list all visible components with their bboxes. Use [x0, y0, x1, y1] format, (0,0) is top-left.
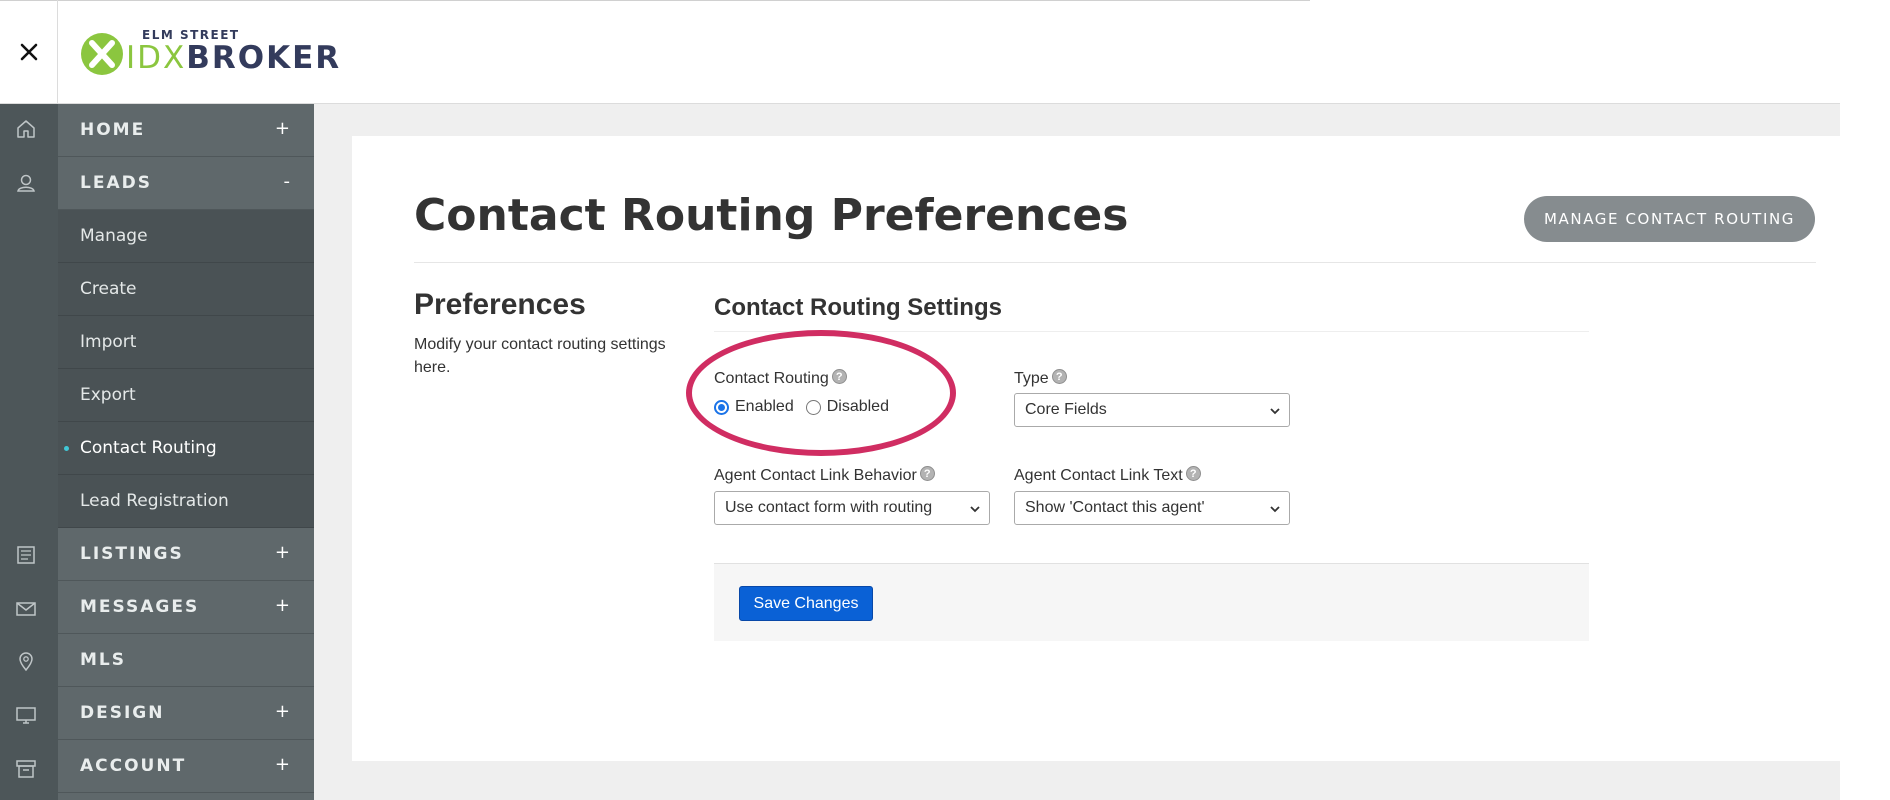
agent-link-behavior-select[interactable]: Use contact form with routing	[714, 491, 990, 525]
preferences-heading: Preferences	[414, 288, 586, 321]
expand-icon: +	[274, 118, 290, 139]
map-pin-icon[interactable]	[15, 650, 37, 672]
type-select-value: Core Fields	[1025, 401, 1107, 418]
agent-link-behavior-label: Agent Contact Link Behavior?	[714, 466, 935, 485]
sidebar-subitem-label: Manage	[80, 226, 148, 246]
logo-brand-broker: BROKER	[186, 40, 342, 76]
logo-brand-idx: IDX	[126, 40, 187, 76]
radio-label-disabled[interactable]: Disabled	[827, 398, 889, 416]
sidebar-item-label: LISTINGS	[80, 544, 184, 564]
contact-routing-label: Contact Routing?	[714, 369, 847, 388]
sidebar-subitem-label: Create	[80, 279, 137, 299]
top-border-line	[0, 0, 1310, 1]
active-indicator-dot	[64, 446, 69, 451]
contact-routing-enabled-radio[interactable]	[714, 399, 729, 415]
sidebar-subitem-export[interactable]: Export	[58, 369, 314, 422]
settings-section-title: Contact Routing Settings	[714, 294, 1002, 321]
sidebar-item-label: MLS	[80, 650, 126, 670]
sidebar-nav: HOME + LEADS - Manage Create Import Expo…	[58, 104, 314, 800]
page: ELM STREET IDXBROKER HOME + LEADS - Mana…	[0, 0, 1890, 800]
user-icon[interactable]	[15, 172, 37, 194]
idx-broker-logo[interactable]: ELM STREET IDXBROKER	[80, 26, 339, 76]
right-gutter	[1840, 0, 1890, 800]
agent-link-behavior-label-text: Agent Contact Link Behavior	[714, 467, 917, 484]
chevron-down-icon	[1270, 506, 1280, 513]
help-icon[interactable]: ?	[831, 369, 847, 384]
title-divider	[414, 262, 1816, 263]
save-panel: Save Changes	[714, 563, 1589, 641]
chevron-down-icon	[1270, 408, 1280, 415]
main-card: Contact Routing Preferences MANAGE CONTA…	[352, 136, 1840, 761]
expand-icon: +	[274, 701, 290, 722]
sidebar-item-design[interactable]: DESIGN +	[58, 687, 314, 740]
sidebar-subitem-import[interactable]: Import	[58, 316, 314, 369]
sidebar-item-messages[interactable]: MESSAGES +	[58, 581, 314, 634]
page-title: Contact Routing Preferences	[414, 190, 1129, 241]
highlight-annotation-ring	[686, 330, 956, 456]
sidebar-item-label: HOME	[80, 120, 146, 140]
type-label-text: Type	[1014, 370, 1049, 387]
mail-icon[interactable]	[15, 598, 37, 620]
sidebar-item-home[interactable]: HOME +	[58, 104, 314, 157]
contact-routing-disabled-radio[interactable]	[805, 399, 821, 415]
logo-brand: IDXBROKER	[126, 40, 341, 76]
sidebar-item-label: ACCOUNT	[80, 756, 187, 776]
save-changes-button[interactable]: Save Changes	[739, 586, 873, 621]
help-icon[interactable]: ?	[1051, 369, 1067, 384]
sidebar-item-leads[interactable]: LEADS -	[58, 157, 314, 210]
sidebar-subitem-label: Lead Registration	[80, 491, 229, 511]
close-button[interactable]	[0, 0, 58, 104]
help-icon[interactable]: ?	[919, 466, 935, 481]
sidebar-subitem-label: Contact Routing	[80, 438, 217, 458]
close-icon	[20, 43, 37, 61]
preferences-description: Modify your contact routing settings her…	[414, 336, 666, 376]
sidebar-subitem-lead-registration[interactable]: Lead Registration	[58, 475, 314, 528]
agent-link-behavior-value: Use contact form with routing	[725, 499, 933, 516]
collapse-icon: -	[283, 171, 291, 192]
radio-label-enabled[interactable]: Enabled	[735, 398, 794, 416]
icon-rail	[0, 104, 58, 800]
settings-divider	[714, 331, 1589, 332]
monitor-icon[interactable]	[15, 704, 37, 726]
sidebar-subitem-label: Import	[80, 332, 137, 352]
archive-icon[interactable]	[15, 758, 37, 780]
contact-routing-radio-group: Enabled Disabled	[714, 398, 901, 416]
agent-link-text-label-text: Agent Contact Link Text	[1014, 467, 1183, 484]
type-select[interactable]: Core Fields	[1014, 393, 1290, 427]
top-bar: ELM STREET IDXBROKER	[0, 0, 1840, 104]
help-icon[interactable]: ?	[1185, 466, 1201, 481]
sidebar-subitem-contact-routing[interactable]: Contact Routing	[58, 422, 314, 475]
listings-icon[interactable]	[15, 544, 37, 566]
type-label: Type?	[1014, 369, 1067, 388]
sidebar-subitem-create[interactable]: Create	[58, 263, 314, 316]
idx-x-logo-icon	[80, 32, 124, 76]
sidebar-item-label: MESSAGES	[80, 597, 200, 617]
sidebar-item-mls[interactable]: MLS	[58, 634, 314, 687]
expand-icon: +	[274, 595, 290, 616]
agent-link-text-label: Agent Contact Link Text?	[1014, 466, 1201, 485]
chevron-down-icon	[970, 506, 980, 513]
sidebar-subitem-manage[interactable]: Manage	[58, 210, 314, 263]
agent-link-text-select[interactable]: Show 'Contact this agent'	[1014, 491, 1290, 525]
sidebar-subitem-label: Export	[80, 385, 136, 405]
sidebar-item-account[interactable]: ACCOUNT +	[58, 740, 314, 793]
expand-icon: +	[274, 754, 290, 775]
contact-routing-label-text: Contact Routing	[714, 370, 829, 387]
manage-contact-routing-button[interactable]: MANAGE CONTACT ROUTING	[1524, 196, 1815, 242]
sidebar-item-listings[interactable]: LISTINGS +	[58, 528, 314, 581]
agent-link-text-value: Show 'Contact this agent'	[1025, 499, 1205, 516]
sidebar-item-label: LEADS	[80, 173, 152, 193]
home-icon[interactable]	[15, 118, 37, 140]
sidebar-item-label: DESIGN	[80, 703, 165, 723]
expand-icon: +	[274, 542, 290, 563]
